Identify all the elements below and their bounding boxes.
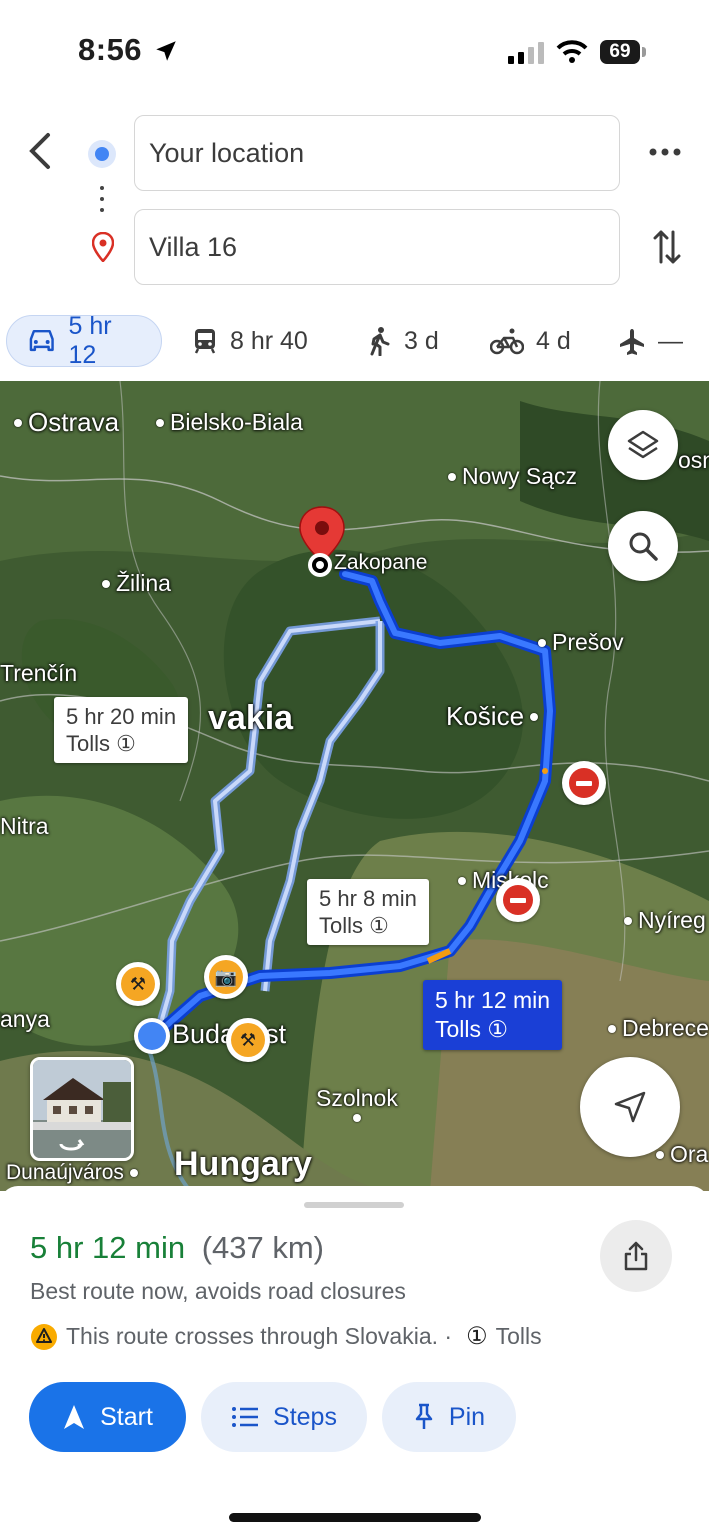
city-szolnok: Szolnok: [316, 1085, 398, 1122]
city-nitra: Nitra: [0, 813, 49, 839]
city-nowy-sacz: Nowy Sącz: [448, 463, 577, 490]
city-debrecen: Debrece: [608, 1015, 709, 1042]
toll-icon: ①: [369, 913, 389, 938]
destination-pin-icon: [92, 232, 114, 262]
warning-icon: [31, 1323, 57, 1350]
route-dots-icon: [100, 186, 104, 212]
layers-button[interactable]: [608, 410, 678, 480]
mode-transit-label: 8 hr 40: [230, 326, 308, 355]
route-duration: 5 hr 12 min: [30, 1230, 186, 1265]
navigation-arrow-icon: [614, 1091, 646, 1123]
tolls-text: Tolls: [495, 1323, 542, 1349]
pin-label: Pin: [448, 1402, 486, 1431]
back-icon[interactable]: [24, 132, 54, 170]
map-view[interactable]: Ostrava Bielsko-Biala Nowy Sącz osno Zak…: [0, 381, 709, 1191]
city-presov: Prešov: [538, 629, 624, 656]
flight-icon: [620, 329, 644, 355]
start-button[interactable]: Start: [29, 1382, 186, 1452]
car-icon: [29, 329, 54, 352]
steps-label: Steps: [273, 1402, 337, 1431]
signal-icon: [508, 42, 544, 64]
street-view-thumbnail[interactable]: [30, 1057, 134, 1161]
city-tatabanya: anya: [0, 1006, 50, 1032]
city-ostrava: Ostrava: [14, 407, 119, 438]
city-kosice: Košice: [446, 701, 539, 732]
search-along-route-button[interactable]: [608, 511, 678, 581]
location-arrow-icon: [156, 41, 176, 61]
mode-transit-tab[interactable]: 8 hr 40: [192, 315, 308, 367]
city-nyiregyhaza: Nyíreg: [624, 907, 706, 934]
city-zakopane: Zakopane: [334, 551, 428, 574]
mode-driving-tab[interactable]: 5 hr 12: [6, 312, 162, 369]
destination-marker-icon: [299, 506, 345, 577]
swap-icon[interactable]: [652, 228, 682, 266]
share-button[interactable]: [600, 1220, 672, 1292]
city-dunaujvaros: Dunaújváros: [6, 1161, 138, 1185]
steps-button[interactable]: Steps: [201, 1382, 367, 1452]
toll-icon: ①: [116, 731, 136, 756]
recenter-button[interactable]: [580, 1057, 680, 1157]
mode-flight-label: —: [658, 326, 683, 355]
search-icon: [629, 532, 658, 561]
mode-driving-label: 5 hr 12: [68, 312, 112, 369]
city-trencin: Trenčín: [0, 660, 78, 686]
battery-indicator: 69: [600, 40, 640, 64]
current-location-marker: [134, 1018, 170, 1054]
road-closure-icon[interactable]: [562, 761, 606, 805]
route-description: Best route now, avoids road closures: [30, 1278, 406, 1304]
start-label: Start: [100, 1402, 153, 1431]
pin-button[interactable]: Pin: [382, 1382, 516, 1452]
origin-field[interactable]: Your location: [134, 115, 620, 191]
city-bielsko-biala: Bielsko-Biala: [156, 409, 303, 436]
status-time: 8:56: [78, 32, 143, 67]
share-icon: [624, 1241, 648, 1271]
mode-walk-tab[interactable]: 3 d: [368, 315, 439, 367]
roadwork-icon[interactable]: ⚒: [226, 1018, 270, 1062]
route-warning: This route crosses through Slovakia. · ①…: [30, 1322, 542, 1351]
roadwork-icon[interactable]: ⚒: [116, 962, 160, 1006]
mode-flight-tab[interactable]: —: [618, 315, 683, 367]
navigation-icon: [64, 1405, 85, 1429]
destination-field[interactable]: Villa 16: [134, 209, 620, 285]
city-zilina: Žilina: [102, 570, 171, 597]
list-icon: [232, 1407, 259, 1427]
origin-marker-icon: [88, 140, 116, 168]
bike-icon: [490, 328, 524, 355]
speed-camera-icon[interactable]: 📷: [204, 955, 248, 999]
mode-bike-tab[interactable]: 4 d: [490, 315, 571, 367]
country-slovakia: vakia: [208, 699, 294, 737]
country-hungary: Hungary: [174, 1145, 312, 1183]
mode-walk-label: 3 d: [404, 326, 439, 355]
mode-bike-label: 4 d: [536, 326, 571, 355]
route-callout-alt2[interactable]: 5 hr 8 min Tolls ①: [307, 879, 429, 945]
more-options-icon[interactable]: [648, 145, 682, 159]
toll-icon: ①: [487, 1016, 509, 1042]
walk-icon: [370, 327, 390, 356]
route-callout-alt1[interactable]: 5 hr 20 min Tolls ①: [54, 697, 189, 763]
toll-icon: ①: [466, 1323, 488, 1350]
warning-text: This route crosses through Slovakia. ·: [66, 1323, 453, 1349]
home-indicator: [229, 1513, 481, 1522]
transit-icon: [194, 329, 216, 354]
street-view-image: [33, 1060, 131, 1158]
route-summary: 5 hr 12 min (437 km): [30, 1230, 324, 1266]
battery-tip: [642, 47, 646, 57]
pin-icon: [415, 1403, 433, 1429]
city-krosno: osno: [678, 447, 709, 473]
road-closure-icon[interactable]: [496, 878, 540, 922]
city-oradea: Ora: [656, 1141, 708, 1168]
wifi-icon: [556, 40, 588, 63]
route-distance: (437 km): [201, 1230, 325, 1265]
layers-icon: [627, 430, 659, 459]
route-callout-selected[interactable]: 5 hr 12 min Tolls ①: [423, 980, 563, 1050]
sheet-drag-handle[interactable]: [304, 1202, 404, 1208]
